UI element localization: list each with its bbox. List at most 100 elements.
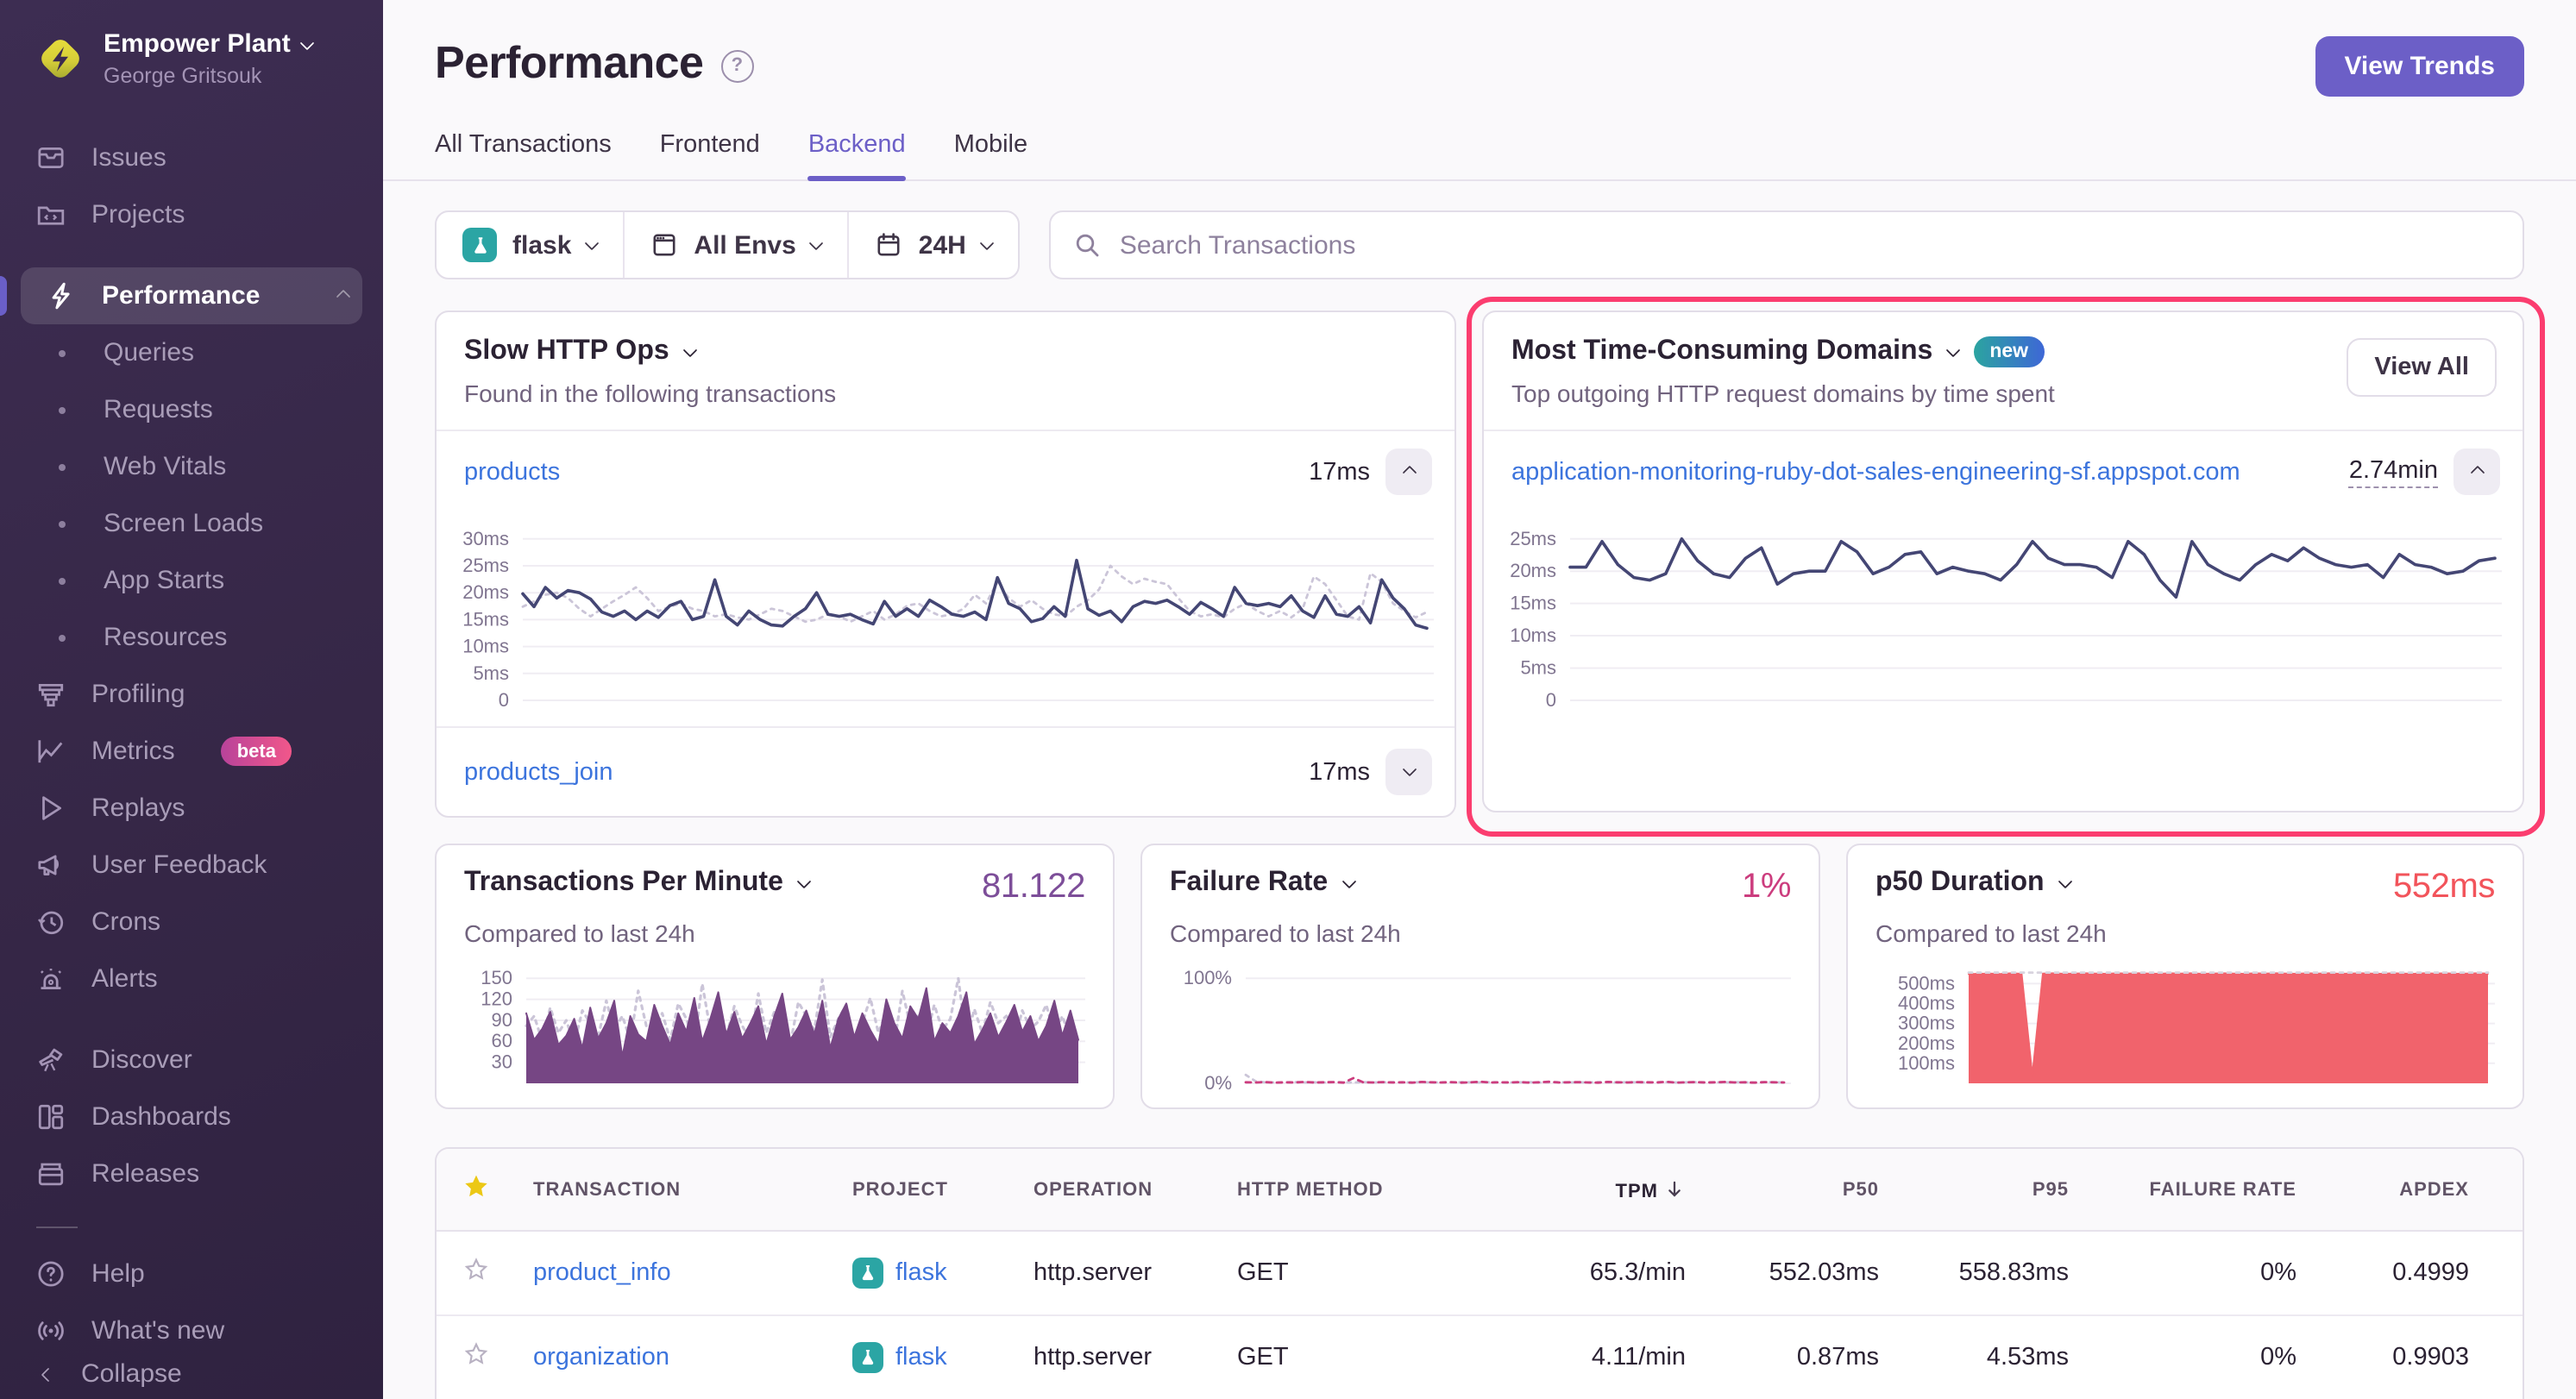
tab-backend[interactable]: Backend [808,131,906,179]
sidebar-item-screen-loads[interactable]: Screen Loads [0,495,383,552]
tab-mobile[interactable]: Mobile [954,131,1027,179]
date-filter[interactable]: 24H [848,212,1018,278]
sidebar-item-help[interactable]: Help [0,1245,383,1302]
view-all-button[interactable]: View All [2347,338,2497,397]
op-value: 17ms [1309,758,1370,786]
col-failure-rate[interactable]: FAILURE RATE [2086,1149,2314,1231]
svg-text:10ms: 10ms [462,636,509,657]
transaction-link[interactable]: products_join [464,758,1293,786]
p95-cell: 4.53ms [1896,1315,2086,1399]
collapse-button[interactable] [2453,449,2500,495]
sidebar-item-projects[interactable]: Projects [0,186,383,243]
sidebar-item-label: Web Vitals [104,452,226,481]
chevron-down-icon [809,235,824,250]
sidebar-item-metrics[interactable]: Metrics beta [0,723,383,780]
org-logo-icon [35,33,86,85]
chevron-down-icon[interactable] [796,874,811,888]
col-project[interactable]: PROJECT [835,1149,1016,1231]
sidebar-item-requests[interactable]: Requests [0,381,383,438]
sidebar-item-issues[interactable]: Issues [0,129,383,186]
sidebar-item-dashboards[interactable]: Dashboards [0,1088,383,1145]
col-transaction[interactable]: TRANSACTION [516,1149,835,1231]
siren-icon [35,963,66,994]
col-apdex[interactable]: APDEX [2314,1149,2486,1231]
bullet-icon [59,463,66,470]
card-subtitle: Compared to last 24h [1875,919,2495,947]
help-circle-icon[interactable]: ? [720,49,753,82]
sidebar-item-label: Projects [91,200,185,229]
col-p95[interactable]: P95 [1896,1149,2086,1231]
org-name: Empower Plant [104,29,291,60]
sidebar-item-crons[interactable]: Crons [0,894,383,950]
p50-duration-chart: 500ms400ms300ms200ms100ms [1875,961,2495,1092]
tpm-value: 81.122 [982,868,1085,907]
bullet-icon [59,634,66,641]
tab-frontend[interactable]: Frontend [660,131,760,179]
sidebar-item-label: Help [91,1259,145,1289]
sidebar-item-whats-new[interactable]: What's new [0,1302,383,1359]
sidebar-item-queries[interactable]: Queries [0,324,383,381]
archive-icon [35,1158,66,1189]
users-cell: 4.3k [2486,1231,2524,1315]
project-filter[interactable]: flask [437,212,623,278]
org-switcher[interactable]: Empower Plant George Gritsouk [0,0,383,88]
sidebar-item-label: Issues [91,143,166,173]
star-header[interactable] [437,1149,516,1231]
sidebar-item-profiling[interactable]: Profiling [0,666,383,723]
expand-button[interactable] [1385,749,1432,795]
sidebar-item-discover[interactable]: Discover [0,1032,383,1088]
sidebar-item-releases[interactable]: Releases [0,1145,383,1202]
col-tpm[interactable]: TPM [1510,1149,1703,1231]
domain-link[interactable]: application-monitoring-ruby-dot-sales-en… [1511,458,2334,486]
sidebar-item-label: Queries [104,338,194,367]
sidebar-item-label: Alerts [91,964,158,994]
sidebar-item-performance[interactable]: Performance [21,267,362,324]
tab-all-transactions[interactable]: All Transactions [435,131,612,179]
card-title: p50 Duration [1875,868,2045,899]
sidebar-item-resources[interactable]: Resources [0,609,383,666]
most-time-consuming-domains-card: Most Time-Consuming Domains new Top outg… [1482,311,2524,812]
transaction-link[interactable]: organization [533,1344,669,1371]
col-operation[interactable]: OPERATION [1016,1149,1220,1231]
project-cell[interactable]: flask [852,1342,999,1373]
col-p50[interactable]: P50 [1703,1149,1896,1231]
project-cell[interactable]: flask [852,1258,999,1289]
sidebar-item-replays[interactable]: Replays [0,780,383,837]
sidebar-item-user-feedback[interactable]: User Feedback [0,837,383,894]
op-value[interactable]: 2.74min [2349,456,2438,487]
sidebar-item-alerts[interactable]: Alerts [0,950,383,1007]
chevron-down-icon[interactable] [1341,874,1356,888]
sidebar-item-app-starts[interactable]: App Starts [0,552,383,609]
svg-text:15ms: 15ms [1510,593,1556,614]
sidebar-item-label: Releases [91,1159,199,1189]
chevron-left-icon [41,1367,56,1382]
p95-cell: 558.83ms [1896,1231,2086,1315]
sidebar-collapse[interactable]: Collapse [0,1359,383,1389]
star-toggle[interactable] [437,1231,516,1315]
telescope-icon [35,1045,66,1076]
col-http-method[interactable]: HTTP METHOD [1220,1149,1510,1231]
svg-text:0%: 0% [1204,1072,1232,1092]
transaction-link[interactable]: product_info [533,1259,671,1287]
chevron-down-icon[interactable] [1946,342,1961,357]
collapse-button[interactable] [1385,449,1432,495]
p50-value: 552ms [2393,868,2495,907]
svg-text:5ms: 5ms [473,662,509,684]
star-toggle[interactable] [437,1315,516,1399]
search-bar [1049,210,2524,279]
svg-text:5ms: 5ms [1520,657,1556,679]
env-filter[interactable]: All Envs [623,212,847,278]
view-trends-button[interactable]: View Trends [2315,36,2524,97]
tpm-chart: 150120906030 [464,961,1085,1092]
op-row-products: products 17ms [437,431,1454,512]
dashboards-icon [35,1101,66,1132]
search-input[interactable] [1116,229,2500,261]
failure-rate-value: 1% [1742,868,1791,907]
sidebar-item-web-vitals[interactable]: Web Vitals [0,438,383,495]
chevron-down-icon[interactable] [682,342,697,357]
chevron-down-icon [585,235,600,250]
chevron-down-icon[interactable] [2058,874,2072,888]
issues-icon [35,142,66,173]
col-users[interactable]: USERS [2486,1149,2524,1231]
transaction-link[interactable]: products [464,458,1293,486]
